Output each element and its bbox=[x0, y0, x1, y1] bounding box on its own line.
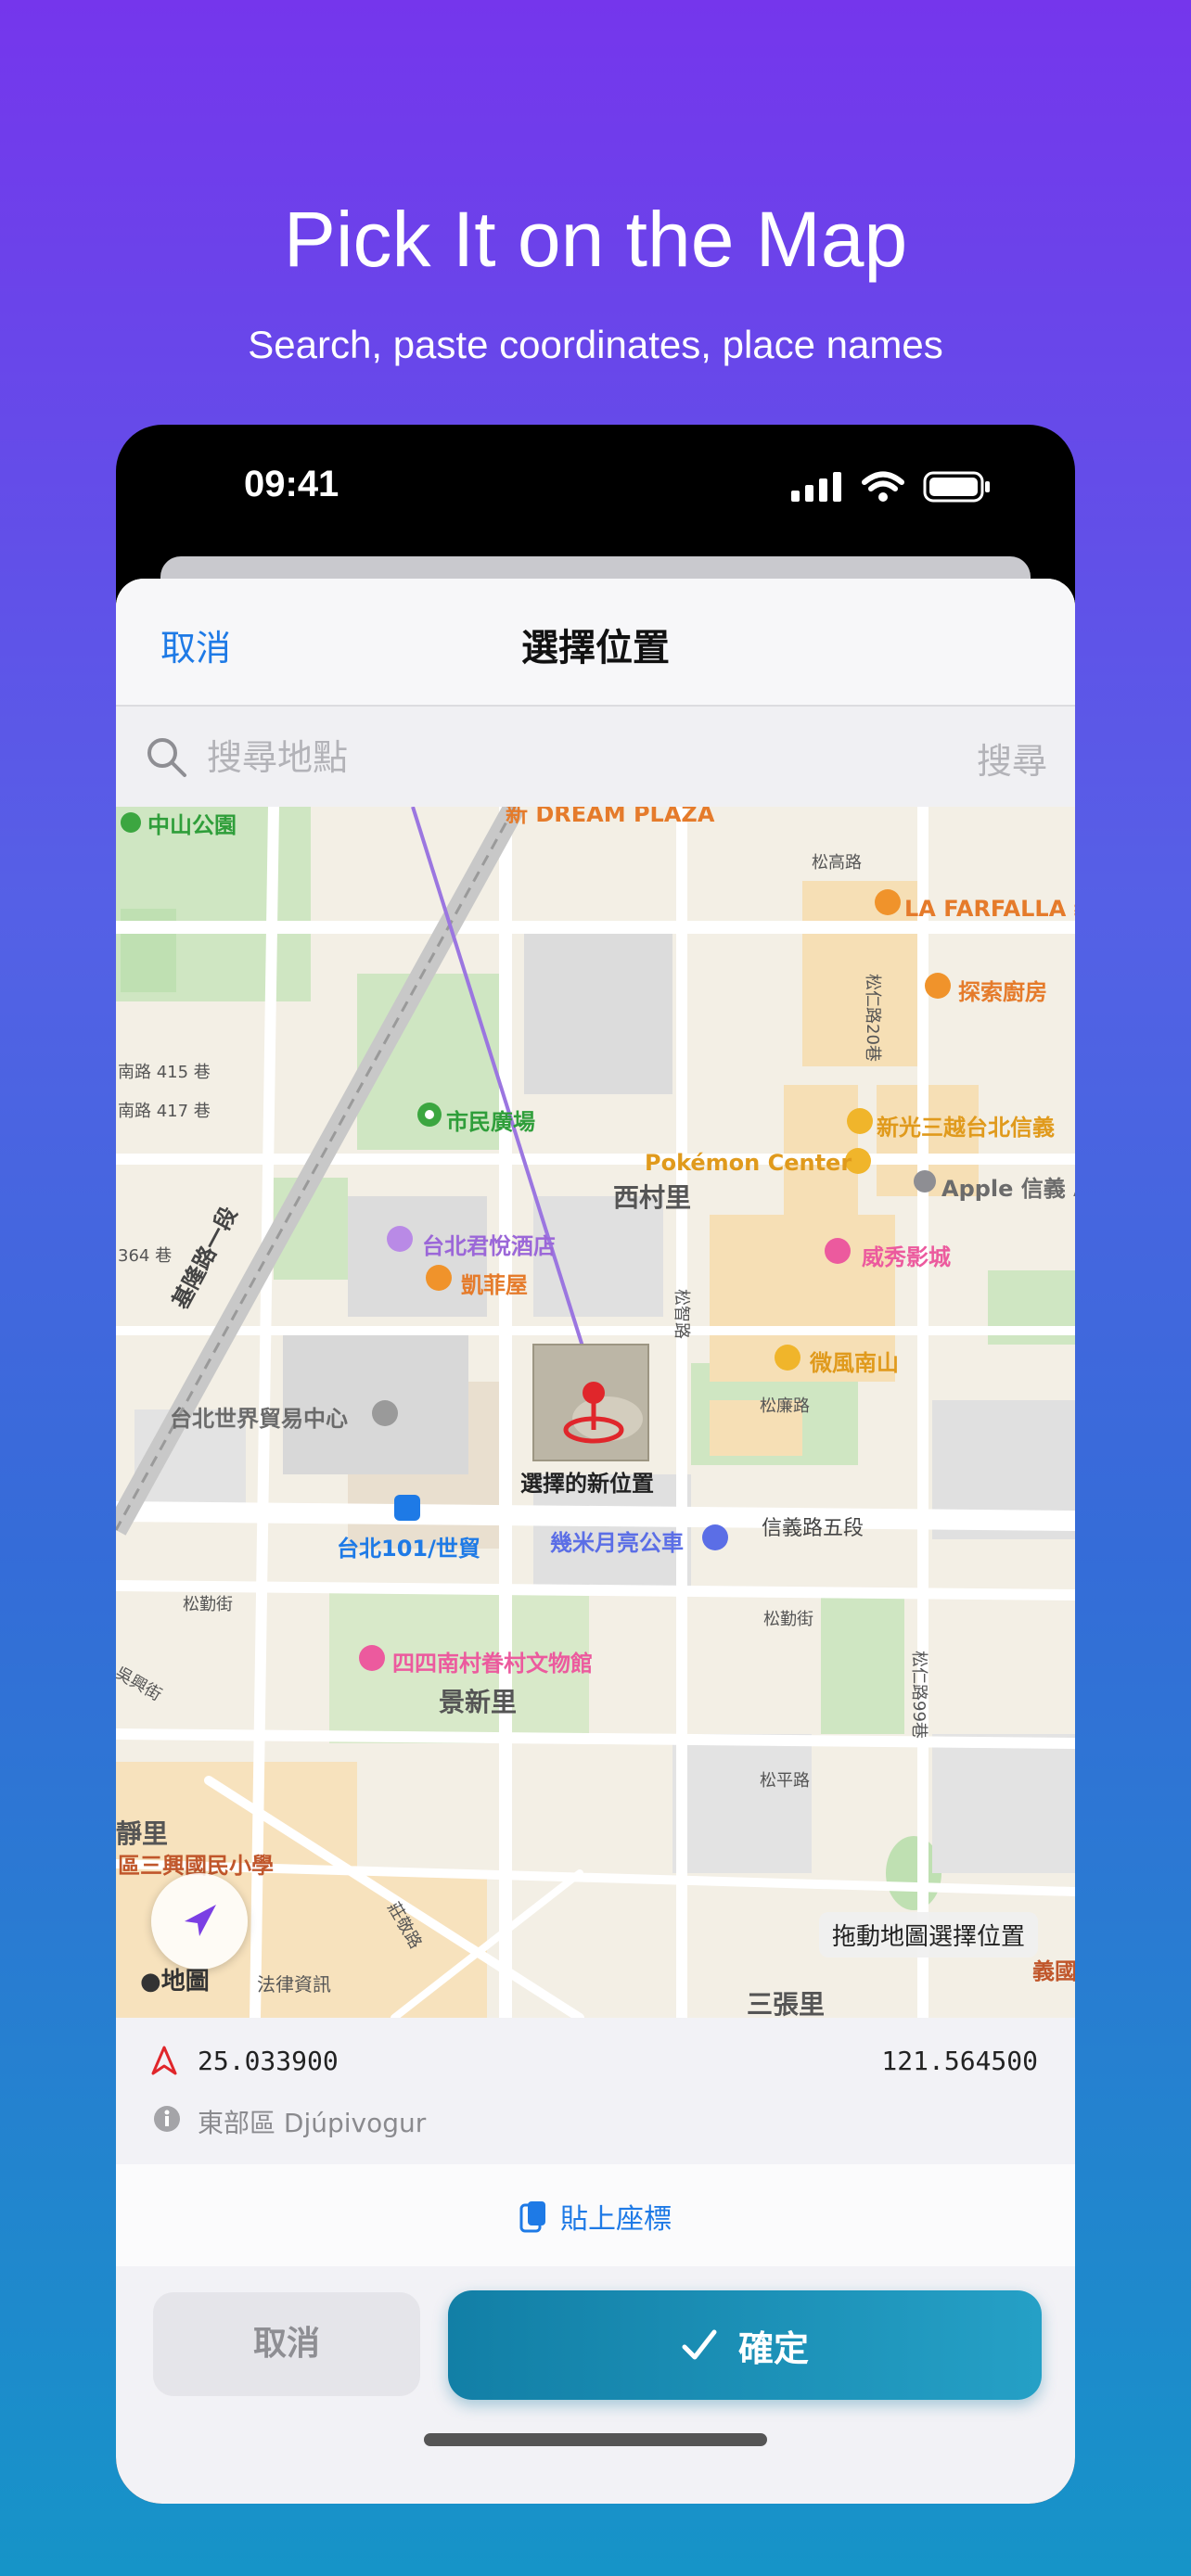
poi-label[interactable]: 幾米月亮公車 bbox=[550, 1524, 684, 1557]
place-name: 東部區 Djúpivogur bbox=[198, 2108, 427, 2138]
poi-label[interactable]: 新 DREAM PLAZA bbox=[506, 807, 714, 828]
poi-label[interactable]: 台北君悅酒店 bbox=[422, 1228, 556, 1260]
poi-label[interactable]: 四四南村眷村文物館 bbox=[392, 1645, 593, 1677]
paste-label: 貼上座標 bbox=[560, 2203, 672, 2236]
street-label: 南路 417 巷 bbox=[118, 1102, 211, 1121]
promo-title: Pick It on the Map bbox=[283, 196, 908, 283]
checkmark-icon bbox=[682, 2329, 717, 2360]
street-label: 松仁路99巷 bbox=[909, 1651, 928, 1739]
street-label: 南路 415 巷 bbox=[118, 1063, 211, 1082]
street-label: 松智路 bbox=[672, 1289, 691, 1339]
street-label: 松高路 bbox=[812, 853, 862, 873]
poi-label[interactable]: 台北世界貿易中心 bbox=[170, 1400, 348, 1433]
wifi-icon bbox=[862, 471, 904, 502]
navigation-icon bbox=[151, 2046, 177, 2075]
search-button[interactable]: 搜尋 bbox=[977, 733, 1047, 784]
longitude-value: 121.564500 bbox=[881, 2046, 1038, 2076]
street-label: 364 巷 bbox=[118, 1246, 173, 1266]
street-label: 松勤街 bbox=[183, 1595, 233, 1614]
nav-title: 選擇位置 bbox=[521, 627, 670, 670]
cancel-button[interactable]: 取消 bbox=[153, 2292, 420, 2396]
street-label: 松平路 bbox=[760, 1771, 810, 1791]
confirm-label: 確定 bbox=[737, 2327, 809, 2369]
current-location-button[interactable] bbox=[151, 1873, 248, 1970]
search-input[interactable] bbox=[205, 729, 858, 786]
home-indicator bbox=[424, 2433, 767, 2446]
phone-frame: 09:41 取消 選擇位置 搜尋地點 搜尋 中山公園 新 DREAM PLAZA… bbox=[116, 425, 1075, 2504]
selected-place-label: 選擇的新位置 bbox=[520, 1471, 654, 1497]
info-icon bbox=[154, 2106, 180, 2132]
poi-label[interactable]: 新光三越台北信義 bbox=[877, 1109, 1055, 1141]
location-pin-icon bbox=[583, 1382, 605, 1404]
street-label: 信義路五段 bbox=[762, 1517, 864, 1540]
confirm-button[interactable]: 確定 bbox=[448, 2290, 1042, 2400]
paste-coordinates-button[interactable]: 貼上座標 bbox=[116, 2164, 1075, 2266]
search-icon bbox=[147, 738, 186, 777]
street-label: 松勤街 bbox=[763, 1610, 813, 1629]
poi-label[interactable]: 台北101/世貿 bbox=[337, 1530, 480, 1562]
location-picker-sheet: 取消 選擇位置 搜尋地點 搜尋 中山公園 新 DREAM PLAZA LA FA… bbox=[116, 579, 1075, 2504]
legal-link[interactable]: 法律資訊 bbox=[257, 1970, 331, 1996]
poi-label[interactable]: 威秀影城 bbox=[862, 1239, 951, 1271]
street-label: 松廉路 bbox=[760, 1396, 810, 1416]
signal-icon bbox=[791, 472, 841, 502]
poi-label[interactable]: 中山公園 bbox=[147, 807, 237, 839]
clipboard-icon bbox=[519, 2201, 545, 2233]
status-time: 09:41 bbox=[244, 464, 339, 504]
street-label: 松仁路20巷 bbox=[863, 974, 882, 1062]
district-label: 西村里 bbox=[613, 1182, 692, 1213]
poi-label[interactable]: 凱菲屋 bbox=[461, 1267, 528, 1299]
map-view[interactable]: 中山公園 新 DREAM PLAZA LA FARFALLA 義 探索廚房 市民… bbox=[116, 807, 1075, 2018]
district-label: 靜里 bbox=[116, 1818, 169, 1849]
status-icons bbox=[791, 471, 992, 503]
poi-label[interactable]: 市民廣場 bbox=[446, 1103, 535, 1136]
poi-label[interactable]: 探索廚房 bbox=[958, 974, 1047, 1006]
poi-label[interactable]: Apple 信義 A bbox=[941, 1170, 1075, 1203]
district-label: 景新里 bbox=[439, 1687, 518, 1717]
promo-subtitle: Search, paste coordinates, place names bbox=[248, 323, 943, 366]
nav-bar: 取消 選擇位置 bbox=[116, 579, 1075, 707]
poi-label[interactable]: Pokémon Center bbox=[645, 1150, 852, 1176]
poi-label[interactable]: 微風南山 bbox=[810, 1345, 899, 1377]
search-bar: 搜尋 bbox=[116, 707, 1075, 807]
drag-hint: 拖動地圖選擇位置 bbox=[818, 1912, 1038, 1958]
poi-label[interactable]: LA FARFALLA 義 bbox=[904, 890, 1075, 923]
battery-icon bbox=[923, 471, 990, 503]
apple-icon: ● bbox=[140, 1968, 161, 1996]
district-label: 三張里 bbox=[747, 1989, 826, 2018]
district-label: 義國 bbox=[1032, 1958, 1075, 1984]
coordinates-panel: 25.033900 121.564500 東部區 Djúpivogur bbox=[116, 2018, 1075, 2157]
location-arrow-icon bbox=[185, 1905, 216, 1936]
apple-maps-logo: ●地圖 bbox=[140, 1968, 210, 1996]
latitude-value: 25.033900 bbox=[198, 2046, 339, 2076]
